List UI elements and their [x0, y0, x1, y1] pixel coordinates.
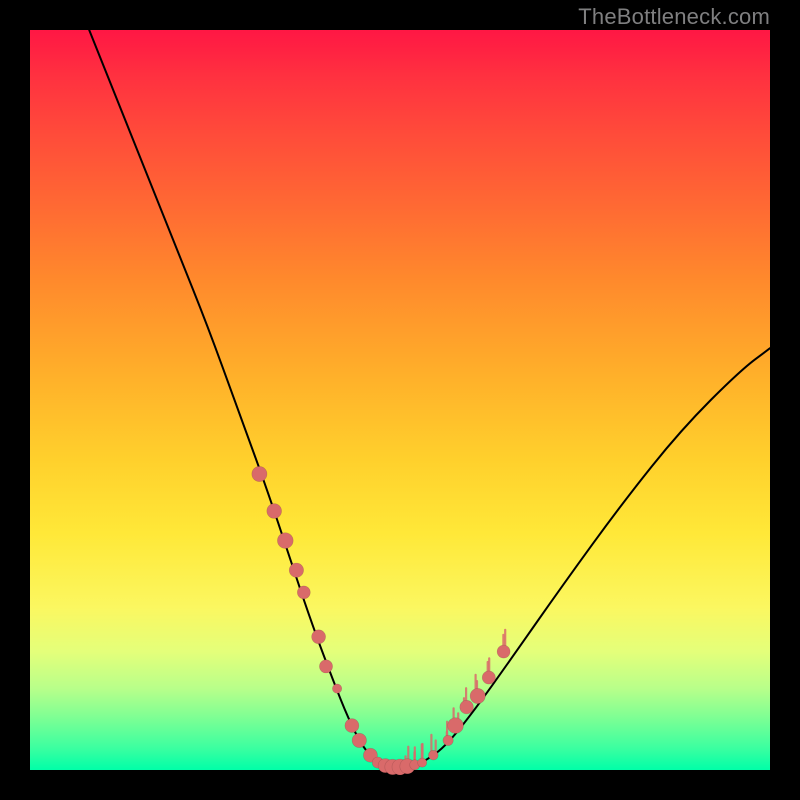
bottleneck-curve: [89, 30, 770, 770]
marker-point: [252, 466, 267, 481]
marker-point: [443, 735, 453, 745]
marker-point: [332, 684, 341, 693]
marker-point: [497, 645, 510, 658]
chart-frame: TheBottleneck.com: [0, 0, 800, 800]
marker-point: [448, 718, 464, 734]
marker-point: [297, 586, 310, 599]
marker-point: [267, 504, 282, 519]
watermark-text: TheBottleneck.com: [578, 4, 770, 30]
marker-point: [289, 563, 303, 577]
marker-point: [345, 719, 359, 733]
marker-point: [319, 660, 332, 673]
marker-point: [418, 758, 427, 767]
marker-point: [428, 750, 438, 760]
marker-point: [460, 700, 474, 714]
marker-point: [277, 533, 293, 549]
marker-point: [312, 630, 326, 644]
marker-point: [470, 688, 485, 703]
marker-point: [352, 733, 366, 747]
chart-svg: [30, 30, 770, 770]
marker-group: [252, 466, 510, 775]
plot-area: [30, 30, 770, 770]
marker-point: [482, 671, 495, 684]
marker-fuzz: [406, 630, 506, 765]
